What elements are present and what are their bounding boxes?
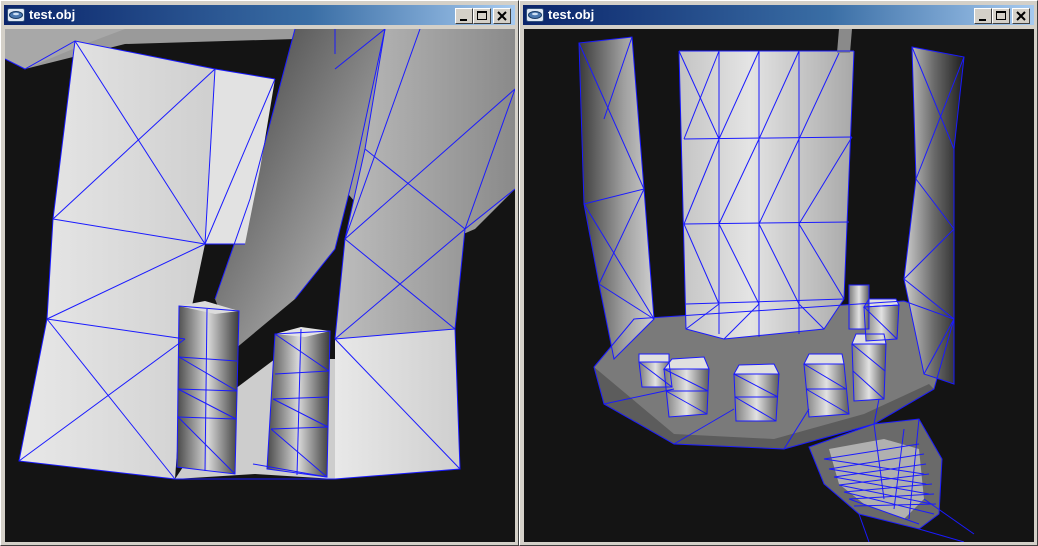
window-title: test.obj — [548, 7, 595, 22]
window-title: test.obj — [29, 7, 76, 22]
app-icon[interactable] — [526, 8, 544, 22]
mesh-render — [5, 29, 515, 480]
mesh-render — [578, 29, 975, 542]
maximize-icon — [996, 11, 1006, 20]
close-button[interactable] — [1012, 8, 1030, 24]
minimize-button[interactable] — [974, 8, 992, 24]
3d-viewport[interactable] — [5, 29, 515, 542]
app-icon[interactable] — [7, 8, 25, 22]
maximize-button[interactable] — [992, 8, 1010, 24]
title-bar[interactable]: test.obj — [4, 5, 515, 25]
close-icon — [1016, 11, 1026, 21]
minimize-button[interactable] — [455, 8, 473, 24]
minimize-icon — [979, 19, 986, 21]
title-bar[interactable]: test.obj — [523, 5, 1034, 25]
close-button[interactable] — [493, 8, 511, 24]
maximize-icon — [477, 11, 487, 20]
close-icon — [497, 11, 507, 21]
3d-viewport[interactable] — [524, 29, 1034, 542]
minimize-icon — [460, 19, 467, 21]
viewer-window-left: test.obj — [0, 0, 519, 546]
viewer-window-right: test.obj — [519, 0, 1038, 546]
maximize-button[interactable] — [473, 8, 491, 24]
